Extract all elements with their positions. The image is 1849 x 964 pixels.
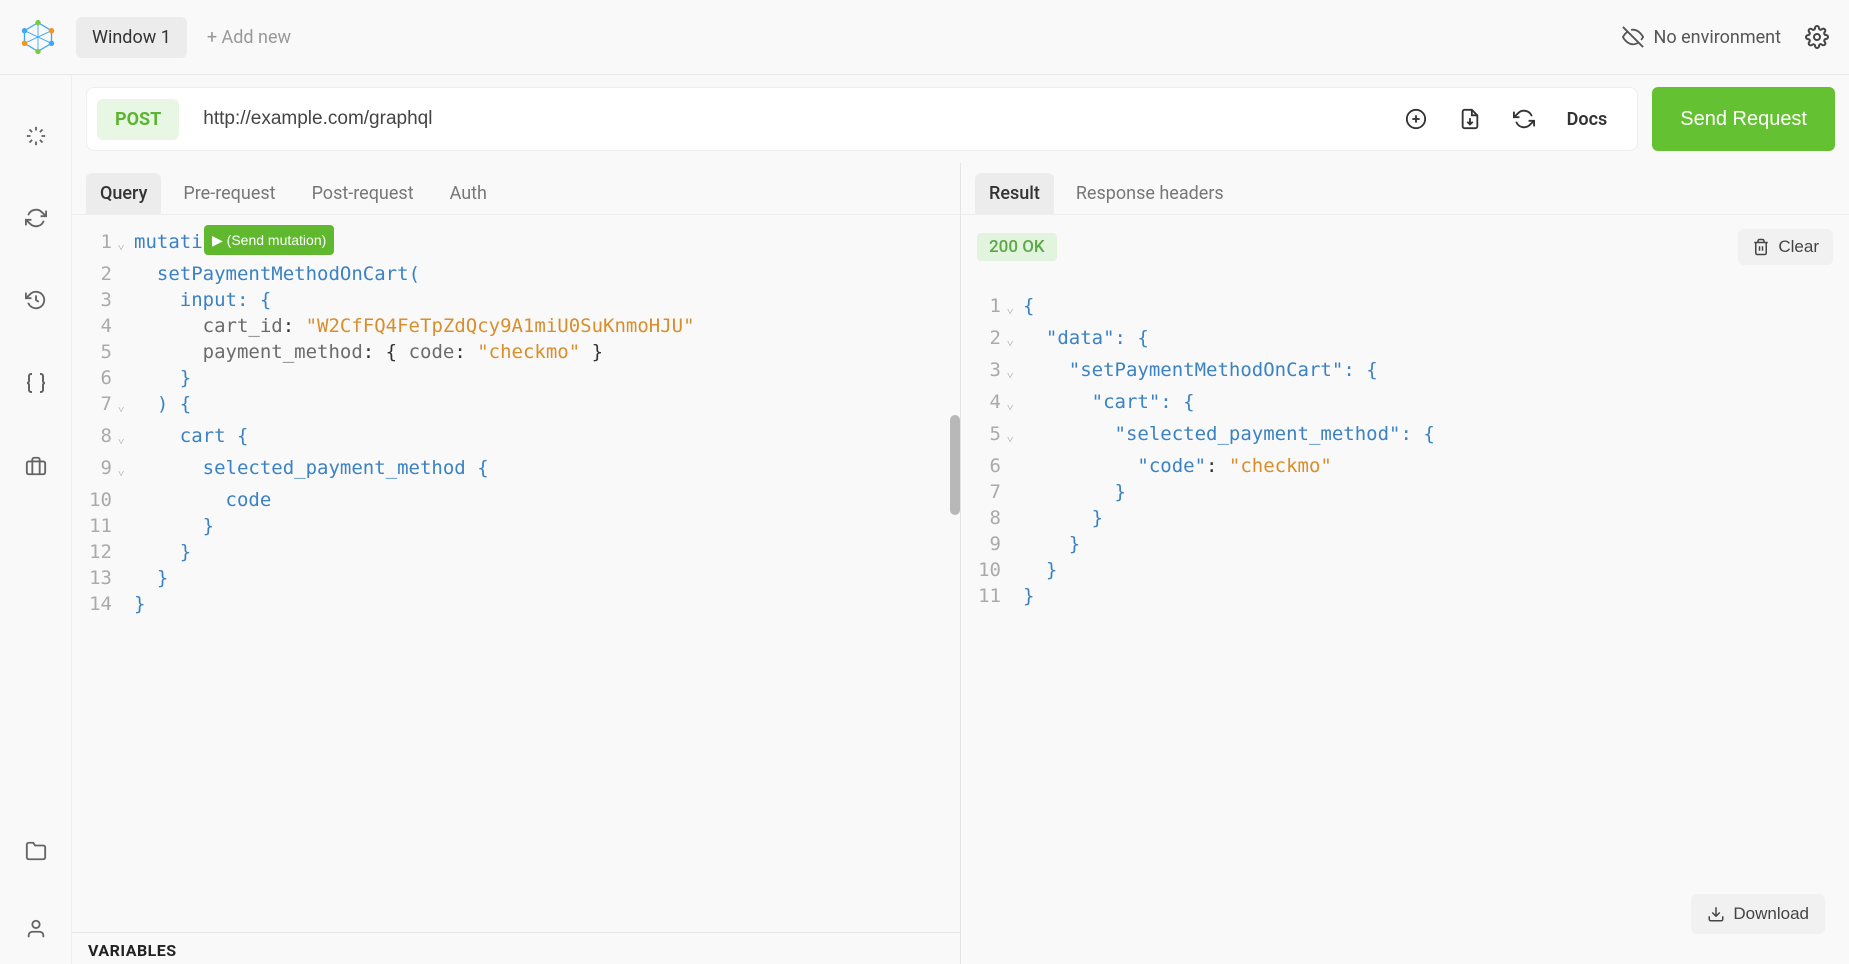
result-tabs: ResultResponse headers bbox=[961, 163, 1849, 215]
scrollbar-thumb[interactable] bbox=[950, 415, 960, 515]
refresh-icon[interactable] bbox=[25, 207, 47, 229]
result-viewer[interactable]: 1˅{2˅ "data": {3˅ "setPaymentMethodOnCar… bbox=[961, 279, 1849, 964]
code-line: 9 } bbox=[971, 531, 1839, 557]
code-line: 2˅ "data": { bbox=[971, 325, 1839, 357]
download-button-label: Download bbox=[1733, 904, 1809, 924]
query-tabs: QueryPre-requestPost-requestAuth bbox=[72, 163, 960, 215]
code-line: 5 payment_method: { code: "checkmo" } bbox=[82, 339, 950, 365]
app-logo-icon bbox=[20, 19, 56, 55]
tab-query[interactable]: Query bbox=[86, 173, 161, 214]
send-request-button[interactable]: Send Request bbox=[1652, 87, 1835, 151]
code-line: 11} bbox=[971, 583, 1839, 609]
code-line: 6 } bbox=[82, 365, 950, 391]
settings-icon[interactable] bbox=[1805, 25, 1829, 49]
window-tab[interactable]: Window 1 bbox=[76, 17, 187, 58]
code-line: 4 cart_id: "W2CfFQ4FeTpZdQcy9A1miU0SuKnm… bbox=[82, 313, 950, 339]
folder-icon[interactable] bbox=[25, 840, 47, 862]
tab-auth[interactable]: Auth bbox=[436, 173, 501, 214]
trash-icon bbox=[1752, 238, 1770, 256]
briefcase-icon[interactable] bbox=[25, 455, 47, 477]
tab-post-request[interactable]: Post-request bbox=[298, 173, 428, 214]
query-editor[interactable]: ▶ (Send mutation) 1˅mutation {2 setPayme… bbox=[72, 215, 960, 932]
docs-button[interactable]: Docs bbox=[1567, 109, 1608, 130]
result-pane: ResultResponse headers 200 OK Clear 1˅{2… bbox=[961, 163, 1849, 964]
code-line: 2 setPaymentMethodOnCart( bbox=[82, 261, 950, 287]
clear-button-label: Clear bbox=[1778, 237, 1819, 257]
top-bar: Window 1 + Add new No environment bbox=[0, 0, 1849, 75]
plus-circle-icon[interactable] bbox=[1405, 108, 1427, 130]
code-line: 8 } bbox=[971, 505, 1839, 531]
code-line: 12 } bbox=[82, 539, 950, 565]
tab-pre-request[interactable]: Pre-request bbox=[169, 173, 289, 214]
environment-selector[interactable]: No environment bbox=[1622, 26, 1781, 48]
file-download-icon[interactable] bbox=[1459, 108, 1481, 130]
code-line: 10 code bbox=[82, 487, 950, 513]
code-line: 8˅ cart { bbox=[82, 423, 950, 455]
query-pane: QueryPre-requestPost-requestAuth ▶ (Send… bbox=[72, 163, 960, 964]
code-line: 10 } bbox=[971, 557, 1839, 583]
loading-icon[interactable] bbox=[25, 125, 47, 147]
sidebar bbox=[0, 75, 72, 964]
status-badge: 200 OK bbox=[977, 233, 1057, 261]
code-line: 4˅ "cart": { bbox=[971, 389, 1839, 421]
tab-response-headers[interactable]: Response headers bbox=[1062, 173, 1238, 214]
send-mutation-badge[interactable]: ▶ (Send mutation) bbox=[204, 225, 334, 255]
variables-section-header[interactable]: VARIABLES bbox=[72, 932, 960, 964]
history-icon[interactable] bbox=[25, 289, 47, 311]
user-icon[interactable] bbox=[25, 918, 47, 940]
code-line: 7 } bbox=[971, 479, 1839, 505]
code-line: 7˅ ) { bbox=[82, 391, 950, 423]
add-window-button[interactable]: + Add new bbox=[207, 27, 291, 48]
code-line: 11 } bbox=[82, 513, 950, 539]
code-line: 9˅ selected_payment_method { bbox=[82, 455, 950, 487]
code-line: 1˅{ bbox=[971, 293, 1839, 325]
url-box: POST Docs bbox=[86, 87, 1638, 151]
code-line: 5˅ "selected_payment_method": { bbox=[971, 421, 1839, 453]
code-line: 3 input: { bbox=[82, 287, 950, 313]
download-button[interactable]: Download bbox=[1691, 894, 1825, 934]
tab-result[interactable]: Result bbox=[975, 173, 1054, 214]
code-line: 13 } bbox=[82, 565, 950, 591]
code-line: 3˅ "setPaymentMethodOnCart": { bbox=[971, 357, 1839, 389]
clear-button[interactable]: Clear bbox=[1738, 229, 1833, 265]
braces-icon[interactable] bbox=[24, 371, 48, 395]
http-method-badge[interactable]: POST bbox=[97, 99, 179, 140]
reload-icon[interactable] bbox=[1513, 108, 1535, 130]
environment-label: No environment bbox=[1654, 27, 1781, 48]
url-bar: POST Docs Send Request bbox=[72, 75, 1849, 163]
download-icon bbox=[1707, 905, 1725, 923]
code-line: 6 "code": "checkmo" bbox=[971, 453, 1839, 479]
url-input[interactable] bbox=[203, 108, 1384, 130]
code-line: 14} bbox=[82, 591, 950, 617]
eye-off-icon bbox=[1622, 26, 1644, 48]
